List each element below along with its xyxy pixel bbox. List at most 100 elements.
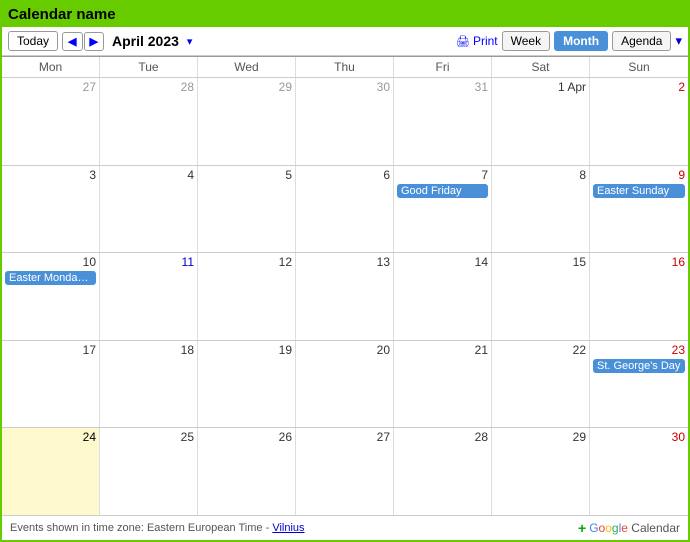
- day-cell[interactable]: 16: [590, 253, 688, 340]
- day-number: 29: [201, 80, 292, 94]
- day-number: 13: [299, 255, 390, 269]
- day-number: 9: [593, 168, 685, 182]
- day-number: 7: [397, 168, 488, 182]
- day-number: 4: [103, 168, 194, 182]
- day-cell[interactable]: 11: [100, 253, 198, 340]
- week-row-0: 27 28 29 30 31 1 Apr 2: [2, 78, 688, 166]
- day-number: 30: [299, 80, 390, 94]
- day-cell[interactable]: 18: [100, 341, 198, 428]
- print-button[interactable]: Print: [456, 34, 498, 48]
- day-cell[interactable]: 22: [492, 341, 590, 428]
- day-cell[interactable]: 31: [394, 78, 492, 165]
- day-number: 27: [299, 430, 390, 444]
- day-cell[interactable]: 12: [198, 253, 296, 340]
- day-number: 22: [495, 343, 586, 357]
- day-cell[interactable]: 13: [296, 253, 394, 340]
- day-number: 21: [397, 343, 488, 357]
- day-cell[interactable]: 25: [100, 428, 198, 515]
- day-cell[interactable]: 20: [296, 341, 394, 428]
- day-cell[interactable]: 9 Easter Sunday: [590, 166, 688, 253]
- day-cell[interactable]: 10 Easter Monday (re: [2, 253, 100, 340]
- google-calendar-link[interactable]: + Google Calendar: [578, 520, 680, 536]
- day-cell[interactable]: 1 Apr: [492, 78, 590, 165]
- day-header-thu: Thu: [296, 57, 394, 77]
- day-cell[interactable]: 19: [198, 341, 296, 428]
- day-cell[interactable]: 23 St. George's Day: [590, 341, 688, 428]
- month-dropdown-button[interactable]: ▾: [187, 35, 193, 48]
- week-view-button[interactable]: Week: [502, 31, 550, 51]
- day-number: 12: [201, 255, 292, 269]
- weeks-container: 27282930311 Apr234567Good Friday89Easter…: [2, 78, 688, 515]
- day-number: 5: [201, 168, 292, 182]
- day-number: 10: [5, 255, 96, 269]
- week-row-2: 10 Easter Monday (re 11 12 13 14 15 16: [2, 253, 688, 341]
- day-cell[interactable]: 4: [100, 166, 198, 253]
- day-cell[interactable]: 30: [296, 78, 394, 165]
- day-cell[interactable]: 6: [296, 166, 394, 253]
- day-number: 16: [593, 255, 685, 269]
- day-number: 3: [5, 168, 96, 182]
- day-number: 29: [495, 430, 586, 444]
- agenda-view-button[interactable]: Agenda: [612, 31, 671, 51]
- day-number: 31: [397, 80, 488, 94]
- nav-buttons: ◀ ▶: [62, 32, 104, 51]
- day-number: 30: [593, 430, 685, 444]
- day-header-tue: Tue: [100, 57, 198, 77]
- day-cell[interactable]: 29: [492, 428, 590, 515]
- day-cell[interactable]: 17: [2, 341, 100, 428]
- day-cell[interactable]: 26: [198, 428, 296, 515]
- google-calendar-label: Google Calendar: [589, 521, 680, 535]
- day-cell[interactable]: 27: [2, 78, 100, 165]
- day-headers: MonTueWedThuFriSatSun: [2, 57, 688, 78]
- timezone-link[interactable]: Vilnius: [272, 522, 304, 534]
- day-number: 11: [103, 255, 194, 269]
- day-number: 2: [593, 80, 685, 94]
- day-number: 20: [299, 343, 390, 357]
- day-number: 14: [397, 255, 488, 269]
- week-row-3: 171819 20 21 22 23 St. George's Day: [2, 341, 688, 429]
- day-number: 8: [495, 168, 586, 182]
- day-number: 6: [299, 168, 390, 182]
- day-header-mon: Mon: [2, 57, 100, 77]
- week-row-4: 24252627282930: [2, 428, 688, 515]
- day-header-sun: Sun: [590, 57, 688, 77]
- calendar-title: Calendar name: [2, 2, 688, 27]
- day-cell[interactable]: 15: [492, 253, 590, 340]
- next-month-button[interactable]: ▶: [84, 32, 104, 51]
- day-cell[interactable]: 29: [198, 78, 296, 165]
- today-button[interactable]: Today: [8, 31, 58, 51]
- calendar-event[interactable]: Good Friday: [397, 184, 488, 198]
- day-number: 28: [103, 80, 194, 94]
- day-number: 15: [495, 255, 586, 269]
- day-cell[interactable]: 28: [394, 428, 492, 515]
- month-view-button[interactable]: Month: [554, 31, 608, 51]
- day-number: 25: [103, 430, 194, 444]
- day-cell[interactable]: 3: [2, 166, 100, 253]
- views-dropdown-button[interactable]: ▾: [675, 33, 682, 49]
- calendar-event[interactable]: Easter Sunday: [593, 184, 685, 198]
- day-cell[interactable]: 28: [100, 78, 198, 165]
- day-number: 19: [201, 343, 292, 357]
- day-header-fri: Fri: [394, 57, 492, 77]
- day-cell[interactable]: 21: [394, 341, 492, 428]
- day-cell[interactable]: 24: [2, 428, 100, 515]
- day-cell[interactable]: 27: [296, 428, 394, 515]
- calendar-event[interactable]: St. George's Day: [593, 359, 685, 373]
- app-container: Calendar name Today ◀ ▶ April 2023 ▾ Pri…: [0, 0, 690, 542]
- day-cell[interactable]: 30: [590, 428, 688, 515]
- day-number: 1 Apr: [495, 80, 586, 94]
- day-number: 27: [5, 80, 96, 94]
- calendar-event[interactable]: Easter Monday (re: [5, 271, 96, 285]
- day-cell[interactable]: 5: [198, 166, 296, 253]
- prev-month-button[interactable]: ◀: [62, 32, 82, 51]
- day-cell[interactable]: 8: [492, 166, 590, 253]
- day-cell[interactable]: 7 Good Friday: [394, 166, 492, 253]
- calendar-grid: MonTueWedThuFriSatSun 27282930311 Apr234…: [2, 56, 688, 515]
- day-cell[interactable]: 2: [590, 78, 688, 165]
- day-cell[interactable]: 14: [394, 253, 492, 340]
- footer: Events shown in time zone: Eastern Europ…: [2, 515, 688, 540]
- day-number: 23: [593, 343, 685, 357]
- day-number: 28: [397, 430, 488, 444]
- print-icon: [456, 34, 473, 48]
- week-row-1: 34567 Good Friday 89 Easter Sunday: [2, 166, 688, 254]
